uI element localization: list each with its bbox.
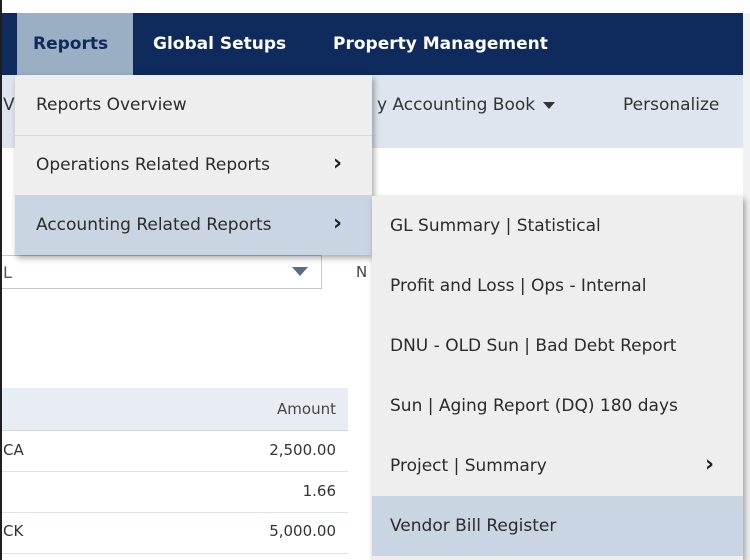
submenu-item-label: Project | Summary bbox=[390, 456, 547, 476]
left-border bbox=[0, 0, 2, 560]
nav-reports[interactable]: Reports bbox=[17, 13, 133, 75]
submenu-item-label: Profit and Loss | Ops - Internal bbox=[390, 276, 647, 296]
menu-item-operations-related-reports[interactable]: Operations Related Reports › bbox=[15, 135, 372, 195]
menu-item-label: Operations Related Reports bbox=[36, 155, 271, 175]
submenu-item-project-summary[interactable]: Project | Summary › bbox=[372, 436, 743, 496]
submenu-item-label: Sun | Aging Report (DQ) 180 days bbox=[390, 396, 678, 416]
reports-dropdown-menu: Reports Overview Operations Related Repo… bbox=[15, 75, 372, 255]
submenu-item-vendor-bill-register[interactable]: Vendor Bill Register bbox=[372, 496, 743, 556]
submenu-item-bad-debt-report[interactable]: DNU - OLD Sun | Bad Debt Report bbox=[372, 316, 743, 376]
nav-property-management-label: Property Management bbox=[333, 34, 548, 54]
column-header-amount[interactable]: Amount bbox=[277, 400, 336, 418]
nav-property-management[interactable]: Property Management bbox=[333, 13, 548, 75]
filter-select[interactable] bbox=[2, 255, 322, 289]
top-text-strip bbox=[0, 0, 750, 13]
table-cell-amount: 5,000.00 bbox=[269, 522, 336, 540]
table-row[interactable] bbox=[2, 472, 348, 513]
submenu-item-label: GL Summary | Statistical bbox=[390, 216, 601, 236]
chevron-right-icon: › bbox=[705, 452, 715, 477]
menu-item-accounting-related-reports[interactable]: Accounting Related Reports › bbox=[15, 195, 372, 255]
table-cell-label: CK bbox=[3, 522, 24, 540]
app-window: Reports Global Setups Property Managemen… bbox=[0, 0, 750, 560]
accounting-reports-submenu: GL Summary | Statistical Profit and Loss… bbox=[372, 196, 743, 560]
filter-select-value: L bbox=[3, 263, 12, 282]
menu-item-reports-overview[interactable]: Reports Overview bbox=[15, 75, 372, 135]
chevron-right-icon: › bbox=[333, 151, 343, 176]
submenu-item-label: DNU - OLD Sun | Bad Debt Report bbox=[390, 336, 677, 356]
accounting-book-dropdown[interactable]: y Accounting Book bbox=[377, 95, 556, 115]
submenu-item-gl-summary[interactable]: GL Summary | Statistical bbox=[372, 196, 743, 256]
filter-label-stub: N bbox=[356, 263, 368, 281]
nav-global-setups[interactable]: Global Setups bbox=[153, 13, 286, 75]
menu-item-label: Reports Overview bbox=[36, 95, 187, 115]
select-caret-down-icon[interactable] bbox=[292, 267, 308, 276]
right-edge-panel bbox=[743, 13, 750, 560]
nav-global-setups-label: Global Setups bbox=[153, 34, 287, 54]
nav-reports-label: Reports bbox=[33, 34, 109, 54]
toolbar-left-stub: V bbox=[3, 95, 15, 115]
submenu-item-profit-and-loss[interactable]: Profit and Loss | Ops - Internal bbox=[372, 256, 743, 316]
personalize-link[interactable]: Personalize bbox=[623, 95, 719, 115]
menu-item-label: Accounting Related Reports bbox=[36, 215, 272, 235]
caret-down-icon bbox=[543, 101, 556, 109]
chevron-right-icon: › bbox=[333, 211, 343, 236]
table-cell-label: CA bbox=[3, 441, 24, 459]
table-cell-amount: 1.66 bbox=[302, 482, 336, 500]
accounting-book-label: y Accounting Book bbox=[377, 95, 536, 115]
submenu-item-label: Vendor Bill Register bbox=[390, 516, 557, 536]
table-cell-amount: 2,500.00 bbox=[269, 441, 336, 459]
submenu-item-aging-report[interactable]: Sun | Aging Report (DQ) 180 days bbox=[372, 376, 743, 436]
